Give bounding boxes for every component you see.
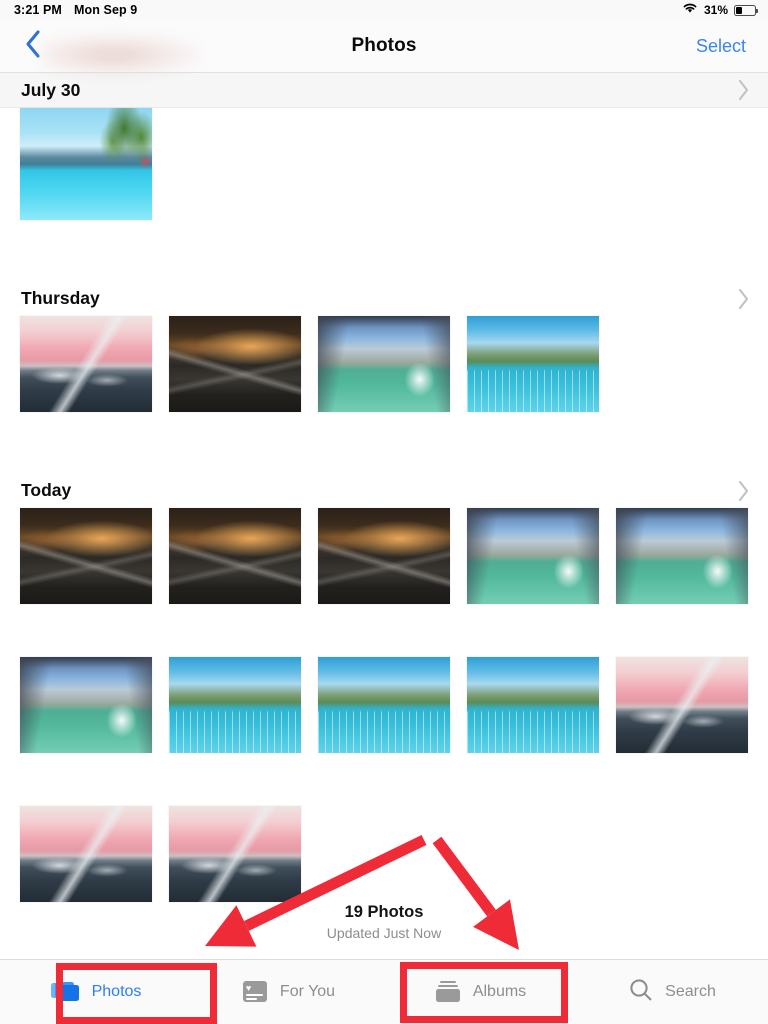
photo-pink-mountain[interactable] (20, 316, 152, 412)
tab-albums-label: Albums (472, 983, 527, 1000)
page-title: Photos (351, 35, 417, 56)
section-header-july-30[interactable]: July 30 (0, 73, 768, 108)
photo-pink-mountain[interactable] (169, 806, 301, 902)
tab-albums[interactable]: Albums (384, 960, 576, 1024)
photo-city-skyline[interactable] (467, 657, 599, 753)
battery-icon (734, 4, 759, 16)
select-button[interactable]: Select (696, 36, 768, 57)
battery-percent: 31% (703, 3, 728, 17)
photo-count-block: 19 Photos Updated Just Now (0, 903, 768, 941)
status-bar: 3:21 PM Mon Sep 9 31% (0, 0, 768, 20)
search-icon (628, 977, 654, 1008)
battery-fill (736, 6, 742, 14)
chevron-right-icon[interactable] (737, 288, 768, 310)
tab-search-label: Search (665, 983, 716, 1000)
photo-city-boat[interactable] (20, 657, 152, 753)
chevron-right-icon[interactable] (737, 480, 768, 502)
photo-forest-road[interactable] (169, 316, 301, 412)
photo-city-skyline[interactable] (467, 316, 599, 412)
for-you-icon: ♥ (241, 980, 269, 1004)
photo-forest-road[interactable] (318, 508, 450, 604)
chevron-right-icon[interactable] (737, 79, 768, 101)
tab-photos[interactable]: Photos (0, 960, 192, 1024)
photo-count: 19 Photos (344, 903, 424, 921)
updated-status: Updated Just Now (326, 925, 442, 941)
wifi-icon (682, 1, 698, 19)
photo-city-boat[interactable] (616, 508, 748, 604)
section-header-thursday[interactable]: Thursday (0, 281, 768, 316)
tab-for-you[interactable]: ♥ For You (192, 960, 384, 1024)
tab-search[interactable]: Search (576, 960, 768, 1024)
status-date: Mon Sep 9 (73, 3, 138, 17)
status-bar-right: 31% (682, 1, 768, 19)
photo-forest-road[interactable] (169, 508, 301, 604)
tab-for-you-label: For You (279, 983, 336, 1000)
photos-icon (50, 980, 81, 1004)
photo-city-boat[interactable] (467, 508, 599, 604)
section-title: Today (21, 480, 72, 500)
navigation-bar: Photos Select (0, 20, 768, 76)
photo-tropical-pool[interactable] (20, 108, 152, 220)
albums-icon (434, 980, 462, 1004)
status-time: 3:21 PM (14, 3, 62, 17)
photo-forest-road[interactable] (20, 508, 152, 604)
photo-pink-mountain[interactable] (20, 806, 152, 902)
photo-city-boat[interactable] (318, 316, 450, 412)
section-title: July 30 (21, 79, 81, 100)
tab-photos-label: Photos (91, 983, 142, 1000)
section-header-today[interactable]: Today (0, 473, 768, 508)
photo-city-skyline[interactable] (169, 657, 301, 753)
tab-bar: Photos ♥ For You Albums Search (0, 959, 768, 1024)
photo-grid-scroll-area[interactable]: July 30 Thursday Today (0, 73, 768, 959)
status-bar-left: 3:21 PM Mon Sep 9 (0, 3, 137, 17)
section-title: Thursday (21, 288, 100, 308)
photos-app-screen: 3:21 PM Mon Sep 9 31% Photos Select July… (0, 0, 768, 1024)
photo-pink-mountain[interactable] (616, 657, 748, 753)
photo-city-skyline[interactable] (318, 657, 450, 753)
